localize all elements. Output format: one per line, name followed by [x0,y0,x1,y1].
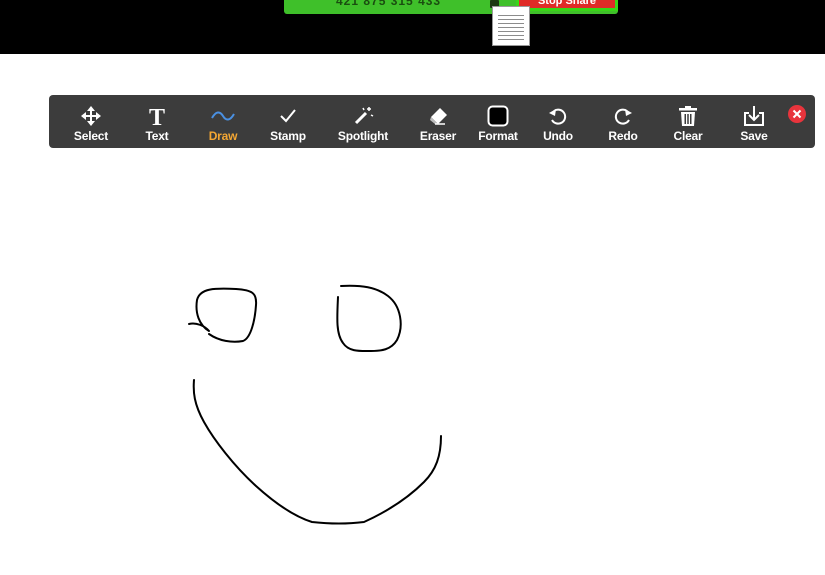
whiteboard-canvas[interactable] [0,54,825,575]
document-icon[interactable] [492,6,530,46]
sharing-banner: 421 875 315 433 Stop Share [284,0,618,14]
mouth-stroke [192,379,442,525]
meeting-id-text: 421 875 315 433 [336,0,442,8]
stop-share-button[interactable]: Stop Share [516,0,618,11]
screen-share-top-bar: 421 875 315 433 Stop Share [0,0,825,54]
left-eye-stroke [188,287,258,343]
right-eye-stroke [336,284,402,353]
